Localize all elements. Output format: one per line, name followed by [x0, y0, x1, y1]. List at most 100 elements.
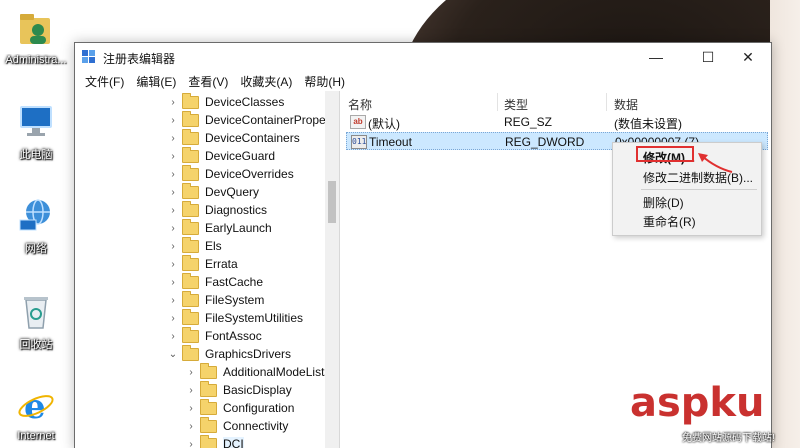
column-header-type[interactable]: 类型 — [504, 96, 528, 113]
minimize-icon: — — [649, 49, 663, 65]
value-type: REG_SZ — [504, 115, 553, 129]
tree-item[interactable]: › DeviceContainerPropert — [167, 110, 334, 129]
tree-item[interactable]: › EarlyLaunch — [167, 218, 272, 237]
chevron-right-icon[interactable]: › — [167, 169, 179, 180]
folder-icon — [182, 344, 199, 361]
tree-scrollbar[interactable] — [325, 91, 339, 448]
tree-item[interactable]: › Errata — [167, 254, 238, 273]
tree-item-label: DCI — [223, 437, 244, 448]
registry-editor-icon — [82, 50, 96, 67]
window-title: 注册表编辑器 — [103, 52, 176, 66]
tree-item[interactable]: › DeviceGuard — [167, 146, 275, 165]
tree-item-selected[interactable]: › DCI — [185, 434, 244, 448]
folder-icon — [182, 110, 199, 127]
value-name: (默认) — [368, 117, 400, 131]
chevron-right-icon[interactable]: › — [167, 259, 179, 270]
tree-item[interactable]: › DevQuery — [167, 182, 259, 201]
chevron-down-icon[interactable]: ⌄ — [167, 349, 179, 360]
desktop-icon-network[interactable]: 网络 — [0, 196, 72, 256]
folder-icon — [200, 416, 217, 433]
desktop-icon-administrator[interactable]: Administra... — [0, 10, 72, 66]
chevron-right-icon[interactable]: › — [167, 295, 179, 306]
tree-item[interactable]: › FileSystemUtilities — [167, 308, 304, 327]
tree-item-label: FileSystem — [205, 293, 265, 307]
value-row[interactable]: ab (默认) REG_SZ (数值未设置) — [346, 113, 768, 131]
folder-icon — [182, 308, 199, 325]
minimize-button[interactable]: — — [633, 43, 679, 71]
chevron-right-icon[interactable]: › — [167, 223, 179, 234]
watermark-logo: aspku — [630, 380, 765, 426]
context-menu-delete[interactable]: 删除(D) — [643, 194, 684, 211]
tree-item[interactable]: › BasicDisplay — [185, 380, 292, 399]
tree-item-label: DeviceContainerPropert — [205, 113, 334, 127]
tree-item-label: DeviceOverrides — [205, 167, 294, 181]
desktop-icon-this-pc[interactable]: 此电脑 — [0, 102, 72, 162]
folder-icon — [200, 398, 217, 415]
tree-item-label: Connectivity — [223, 419, 289, 433]
chevron-right-icon[interactable]: › — [167, 151, 179, 162]
tree-item-label: AdditionalModeLists — [223, 365, 331, 379]
tree-item[interactable]: › Configuration — [185, 398, 294, 417]
column-header-data[interactable]: 数据 — [614, 96, 638, 113]
folder-icon — [182, 218, 199, 235]
tree-scrollbar-thumb[interactable] — [328, 181, 336, 223]
binary-value-icon: 011 — [351, 135, 367, 149]
chevron-right-icon[interactable]: › — [185, 403, 197, 414]
tree-item-label: FastCache — [205, 275, 264, 289]
watermark: aspku 免费网站源码下载站! — [620, 380, 800, 448]
chevron-right-icon[interactable]: › — [167, 313, 179, 324]
folder-icon — [182, 146, 199, 163]
menu-help[interactable]: 帮助(H) — [298, 73, 351, 90]
tree-item[interactable]: › DeviceOverrides — [167, 164, 294, 183]
chevron-right-icon[interactable]: › — [185, 439, 197, 448]
close-icon: ✕ — [742, 48, 754, 65]
menu-file[interactable]: 文件(F) — [79, 73, 130, 90]
folder-icon — [182, 272, 199, 289]
column-header-name[interactable]: 名称 — [348, 96, 372, 113]
context-menu-rename[interactable]: 重命名(R) — [643, 213, 696, 230]
network-icon — [16, 196, 56, 236]
desktop: Administra... 此电脑 网络 回收站 e Internet 注册表编… — [0, 0, 800, 448]
tree-item-label: DeviceContainers — [205, 131, 300, 145]
tree-item[interactable]: › Diagnostics — [167, 200, 267, 219]
annotation-arrow-icon — [696, 150, 736, 179]
internet-explorer-icon: e — [16, 386, 56, 427]
menu-edit[interactable]: 编辑(E) — [130, 73, 182, 90]
tree-item[interactable]: › Els — [167, 236, 222, 255]
menu-bar: 文件(F) 编辑(E) 查看(V) 收藏夹(A) 帮助(H) — [75, 71, 771, 91]
folder-icon — [182, 236, 199, 253]
tree-item-label: DeviceClasses — [205, 95, 285, 109]
chevron-right-icon[interactable]: › — [185, 385, 197, 396]
value-type: REG_DWORD — [505, 135, 585, 149]
tree-item[interactable]: › FastCache — [167, 272, 264, 291]
chevron-right-icon[interactable]: › — [185, 367, 197, 378]
tree-item-label: GraphicsDrivers — [205, 347, 292, 361]
desktop-icon-recycle-bin[interactable]: 回收站 — [0, 292, 72, 352]
chevron-right-icon[interactable]: › — [167, 331, 179, 342]
chevron-right-icon[interactable]: › — [167, 205, 179, 216]
tree-item[interactable]: › FontAssoc — [167, 326, 262, 345]
column-divider[interactable] — [497, 93, 498, 111]
tree-item[interactable]: › DeviceClasses — [167, 92, 285, 111]
chevron-right-icon[interactable]: › — [167, 133, 179, 144]
desktop-icon-internet-explorer[interactable]: e Internet — [0, 386, 72, 442]
chevron-right-icon[interactable]: › — [167, 187, 179, 198]
chevron-right-icon[interactable]: › — [167, 277, 179, 288]
column-divider[interactable] — [606, 93, 607, 111]
menu-favorites[interactable]: 收藏夹(A) — [234, 73, 298, 90]
title-bar[interactable]: 注册表编辑器 — ☐ ✕ — [75, 43, 771, 71]
string-value-icon: ab — [350, 115, 366, 129]
tree-item[interactable]: › DeviceContainers — [167, 128, 300, 147]
menu-view[interactable]: 查看(V) — [182, 73, 234, 90]
tree-item[interactable]: › Connectivity — [185, 416, 289, 435]
chevron-right-icon[interactable]: › — [167, 97, 179, 108]
tree-item[interactable]: ⌄ GraphicsDrivers — [167, 344, 292, 363]
chevron-right-icon[interactable]: › — [167, 241, 179, 252]
close-button[interactable]: ✕ — [725, 43, 771, 71]
user-folder-icon — [16, 10, 56, 50]
chevron-right-icon[interactable]: › — [185, 421, 197, 432]
tree-item-label: FileSystemUtilities — [205, 311, 304, 325]
chevron-right-icon[interactable]: › — [167, 115, 179, 126]
tree-item[interactable]: › FileSystem — [167, 290, 265, 309]
tree-item[interactable]: › AdditionalModeLists — [185, 362, 331, 381]
